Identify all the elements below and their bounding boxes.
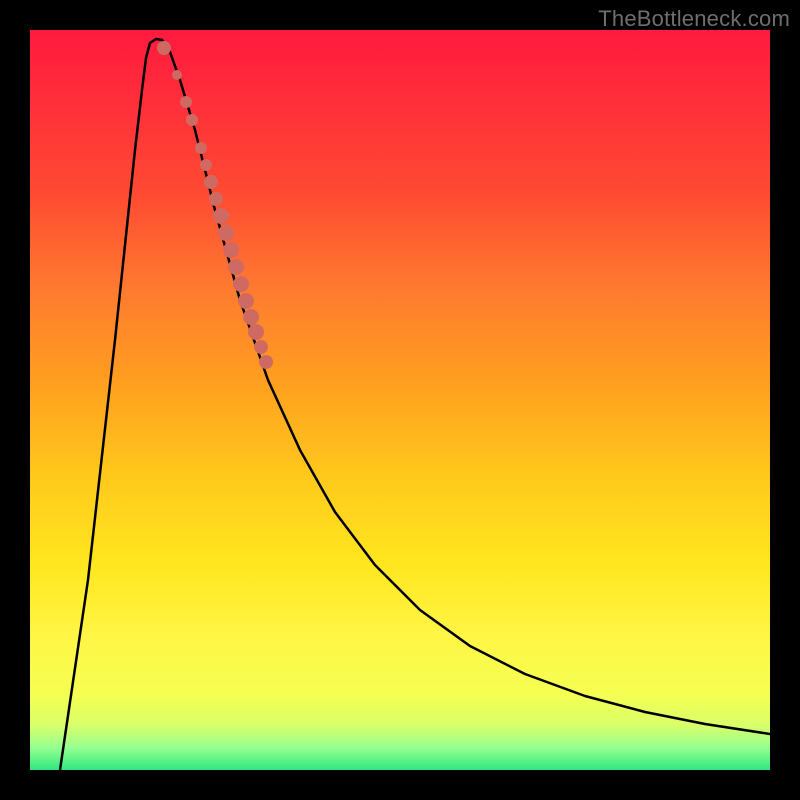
plot-area [30,30,770,770]
marker-series [157,41,273,369]
data-marker [248,324,264,340]
data-marker [180,96,192,108]
data-marker [172,70,182,80]
bottleneck-curve [60,39,770,770]
data-marker [195,142,207,154]
data-marker [259,355,273,369]
data-marker [254,340,268,354]
chart-frame: TheBottleneck.com [0,0,800,800]
data-marker [200,159,212,171]
data-marker [223,242,239,258]
data-marker [209,192,223,206]
data-marker [218,225,234,241]
data-marker [204,175,218,189]
data-marker [238,293,254,309]
data-marker [233,276,249,292]
data-marker [213,208,229,224]
data-marker [228,259,244,275]
data-marker [186,114,198,126]
data-marker [243,309,259,325]
data-marker [157,41,171,55]
curve-layer [30,30,770,770]
watermark-text: TheBottleneck.com [598,6,790,32]
